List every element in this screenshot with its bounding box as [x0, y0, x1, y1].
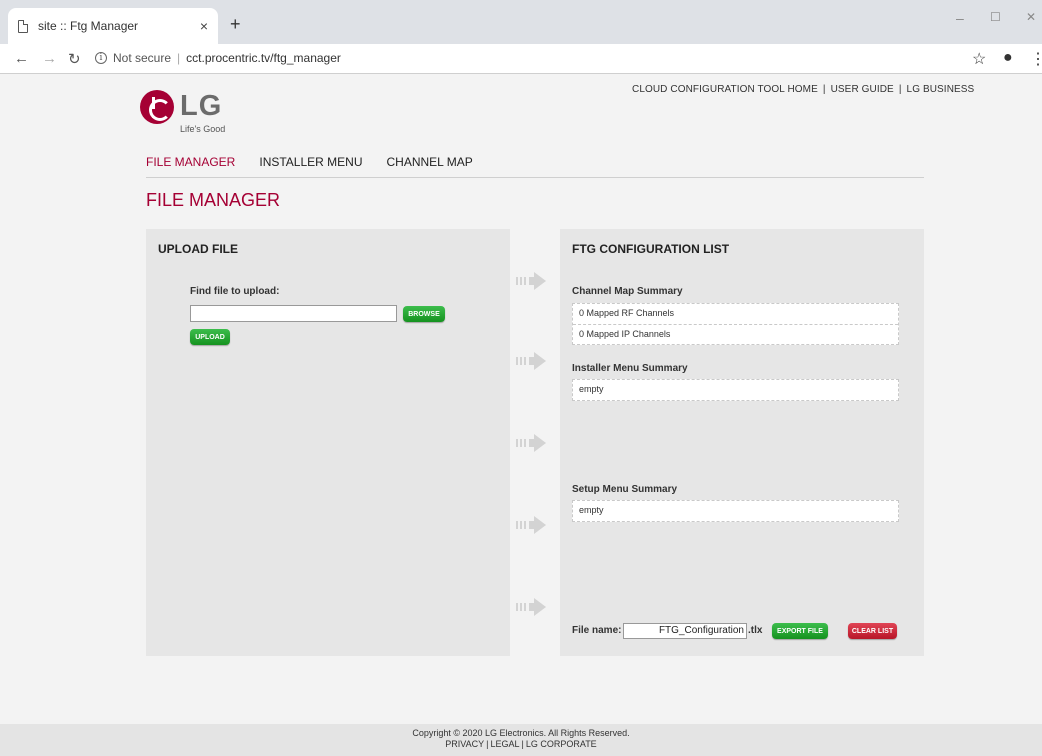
account-icon[interactable]: ● — [1003, 49, 1013, 67]
installer-menu-value: empty — [579, 384, 604, 394]
url-field[interactable]: i Not secure | cct.procentric.tv/ftg_man… — [95, 51, 341, 65]
find-file-label: Find file to upload: — [190, 286, 280, 297]
file-path-input[interactable] — [190, 305, 397, 322]
logo-wordmark: LG — [180, 90, 223, 122]
installer-menu-summary: empty — [572, 379, 899, 401]
browse-button[interactable]: BROWSE — [403, 306, 445, 322]
config-title: FTG CONFIGURATION LIST — [572, 242, 730, 256]
link-lg-business[interactable]: LG BUSINESS — [907, 84, 975, 95]
ip-channels-row: 0 Mapped IP Channels — [573, 324, 898, 344]
forward-icon[interactable]: → — [42, 50, 57, 67]
link-legal[interactable]: LEGAL — [490, 739, 519, 749]
arrow-right-icon — [516, 516, 548, 534]
security-label: Not secure — [113, 51, 172, 65]
lg-logo[interactable]: LG Life's Good — [140, 86, 260, 146]
link-user-guide[interactable]: USER GUIDE — [831, 84, 894, 95]
nav-file-manager[interactable]: FILE MANAGER — [146, 155, 235, 169]
lg-logo-icon — [140, 90, 174, 124]
menu-icon[interactable]: ⋮ — [1030, 49, 1042, 69]
file-name-input[interactable]: FTG_Configuration — [623, 623, 747, 639]
browser-tab[interactable]: site :: Ftg Manager × — [8, 8, 218, 44]
setup-menu-summary-title: Setup Menu Summary — [572, 484, 678, 495]
nav-divider — [146, 177, 924, 178]
upload-button[interactable]: UPLOAD — [190, 329, 230, 345]
info-icon[interactable]: i — [95, 52, 107, 64]
page: CLOUD CONFIGURATION TOOL HOME | USER GUIDE… — [0, 74, 1042, 756]
channel-map-summary-title: Channel Map Summary — [572, 286, 683, 297]
export-file-button[interactable]: EXPORT FILE — [772, 623, 828, 639]
close-window-icon[interactable]: ✕ — [1026, 10, 1036, 24]
close-tab-icon[interactable]: × — [200, 18, 208, 34]
arrow-right-icon — [516, 272, 548, 290]
arrow-right-icon — [516, 352, 548, 370]
page-icon — [18, 19, 28, 33]
footer: Copyright © 2020 LG Electronics. All Rig… — [0, 724, 1042, 756]
link-lg-corporate[interactable]: LG CORPORATE — [526, 739, 597, 749]
file-name-label: File name: — [572, 625, 622, 636]
file-extension: .tlx — [748, 625, 763, 636]
nav-channel-map[interactable]: CHANNEL MAP — [387, 155, 473, 169]
browser-tab-strip: site :: Ftg Manager × + – ☐ ✕ — [0, 0, 1042, 44]
main-nav: FILE MANAGER INSTALLER MENU CHANNEL MAP — [146, 155, 473, 169]
nav-installer-menu[interactable]: INSTALLER MENU — [259, 155, 362, 169]
logo-tagline: Life's Good — [180, 124, 226, 134]
star-icon[interactable]: ☆ — [972, 49, 986, 69]
config-panel: FTG CONFIGURATION LIST Channel Map Summa… — [560, 229, 924, 656]
url-separator: | — [177, 51, 181, 65]
reload-icon[interactable]: ↻ — [68, 50, 81, 68]
rf-channels-row: 0 Mapped RF Channels — [579, 308, 675, 318]
address-bar: ← → ↻ i Not secure | cct.procentric.tv/f… — [0, 44, 1042, 74]
installer-menu-summary-title: Installer Menu Summary — [572, 363, 688, 374]
minimize-icon[interactable]: – — [956, 10, 964, 26]
tab-title: site :: Ftg Manager — [38, 19, 139, 33]
link-privacy[interactable]: PRIVACY — [445, 739, 484, 749]
setup-menu-value: empty — [579, 505, 604, 515]
arrow-right-icon — [516, 598, 548, 616]
clear-list-button[interactable]: CLEAR LIST — [848, 623, 897, 639]
setup-menu-summary: empty — [572, 500, 899, 522]
header-links: CLOUD CONFIGURATION TOOL HOME | USER GUIDE… — [632, 84, 975, 95]
footer-links: PRIVACY | LEGAL | LG CORPORATE — [445, 739, 597, 749]
back-icon[interactable]: ← — [14, 50, 29, 67]
maximize-icon[interactable]: ☐ — [990, 10, 1001, 24]
upload-title: UPLOAD FILE — [158, 242, 238, 256]
channel-map-summary: 0 Mapped RF Channels 0 Mapped IP Channel… — [572, 303, 899, 345]
new-tab-icon[interactable]: + — [230, 14, 241, 35]
link-cct-home[interactable]: CLOUD CONFIGURATION TOOL HOME — [632, 84, 818, 95]
copyright: Copyright © 2020 LG Electronics. All Rig… — [412, 728, 630, 738]
page-title: FILE MANAGER — [146, 190, 281, 210]
arrow-right-icon — [516, 434, 548, 452]
upload-panel: UPLOAD FILE Find file to upload: BROWSE … — [146, 229, 510, 656]
url-text: cct.procentric.tv/ftg_manager — [186, 51, 341, 65]
